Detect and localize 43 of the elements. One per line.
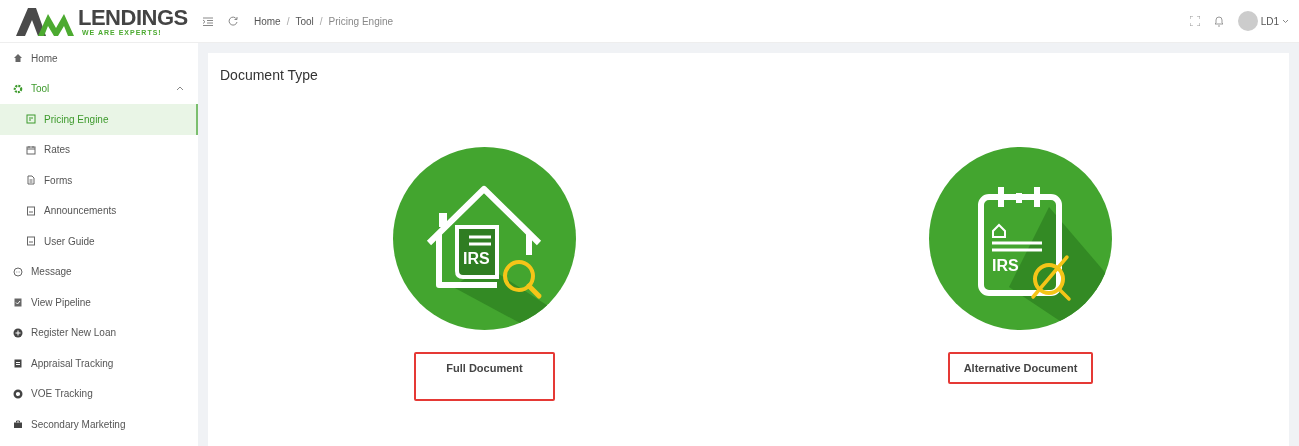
clipboard-check-icon bbox=[13, 297, 23, 308]
house-receipt-magnifier-drawing: IRS bbox=[426, 186, 573, 330]
note-icon bbox=[26, 236, 36, 247]
breadcrumb-link[interactable]: Pricing Engine bbox=[328, 15, 394, 27]
breadcrumb-link[interactable]: Home bbox=[254, 15, 281, 27]
menu-collapse-icon[interactable] bbox=[203, 16, 213, 26]
sidebar-item[interactable]: View Pipeline bbox=[0, 287, 198, 318]
document-option-label[interactable]: Full Document bbox=[414, 352, 555, 401]
document-icon bbox=[26, 175, 36, 186]
sidebar-item[interactable]: User Guide bbox=[0, 226, 198, 257]
sidebar-item[interactable]: Forms bbox=[0, 165, 198, 196]
bell-icon[interactable] bbox=[1213, 15, 1224, 27]
sidebar-item[interactable]: VOE Tracking bbox=[0, 378, 198, 409]
breadcrumb-separator: / bbox=[319, 15, 323, 27]
document-option-label[interactable]: Alternative Document bbox=[947, 352, 1094, 384]
briefcase-icon bbox=[13, 419, 23, 430]
full-document-illustration[interactable]: IRS bbox=[393, 147, 576, 330]
calculator-icon bbox=[26, 114, 36, 125]
clipboard-icon bbox=[13, 358, 23, 369]
sidebar-item[interactable]: Announcements bbox=[0, 195, 198, 226]
user-name[interactable]: LD1 bbox=[1260, 15, 1279, 27]
mountain-logo-icon bbox=[16, 6, 74, 36]
breadcrumb-separator: / bbox=[286, 15, 290, 27]
home-icon bbox=[13, 53, 23, 64]
note-icon bbox=[26, 205, 36, 216]
plus-circle-icon bbox=[13, 327, 23, 338]
sidebar-item[interactable]: Home bbox=[0, 43, 198, 74]
sidebar-item[interactable]: Secondary Marketing bbox=[0, 409, 198, 440]
ring-icon bbox=[13, 388, 23, 399]
sidebar-item[interactable]: Rates bbox=[0, 134, 198, 165]
sidebar-item[interactable]: Tool bbox=[0, 73, 198, 104]
sidebar-item[interactable]: Register New Loan bbox=[0, 317, 198, 348]
page-title: Document Type bbox=[220, 67, 319, 83]
sidebar-item[interactable]: Message bbox=[0, 256, 198, 287]
calendar-icon bbox=[26, 144, 36, 155]
sidebar-item[interactable]: Appraisal Tracking bbox=[0, 348, 198, 379]
chat-icon bbox=[13, 266, 23, 277]
breadcrumb-link[interactable]: Tool bbox=[295, 15, 314, 27]
fullscreen-icon[interactable] bbox=[1189, 16, 1200, 26]
chevron-up-icon bbox=[176, 86, 184, 92]
refresh-icon[interactable] bbox=[228, 16, 238, 26]
logo-name: LENDINGS bbox=[78, 6, 188, 29]
chevron-down-icon[interactable] bbox=[1282, 18, 1289, 24]
